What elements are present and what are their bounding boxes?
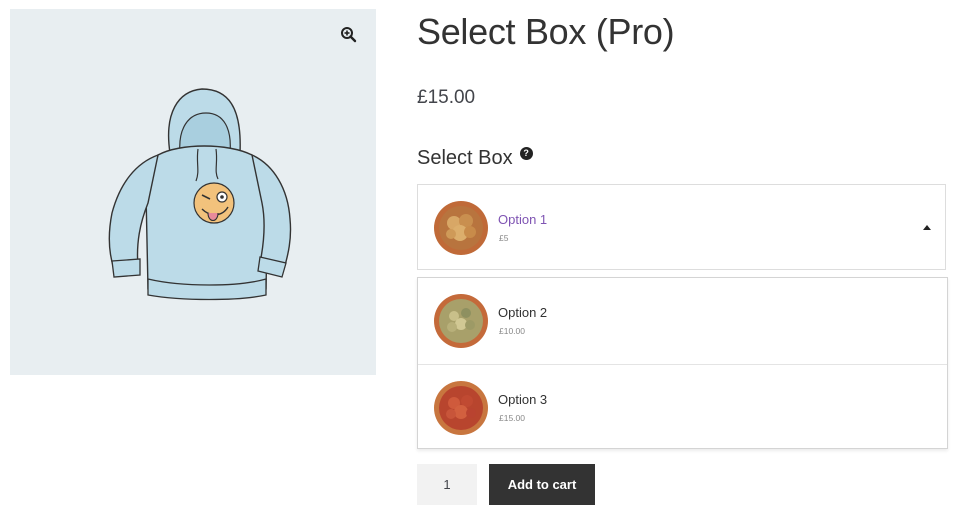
hoodie-image: [108, 88, 292, 301]
select-box-label: Select Box: [417, 147, 513, 169]
option-3-price: £15.00: [499, 413, 525, 423]
option-2-price: £10.00: [499, 326, 525, 336]
field-label-row: Select Box ?: [417, 145, 533, 171]
quantity-input[interactable]: [417, 464, 477, 505]
selected-option-price: £5: [499, 233, 509, 243]
caret-up-icon[interactable]: [923, 225, 931, 230]
select-option-2[interactable]: Option 2 £10.00: [418, 278, 947, 363]
product-title: Select Box (Pro): [417, 11, 675, 52]
peanuts-bowl-image: [434, 381, 488, 435]
add-to-cart-button[interactable]: Add to cart: [489, 464, 595, 505]
question-icon[interactable]: ?: [519, 147, 533, 160]
select-option-3[interactable]: Option 3 £15.00: [418, 364, 947, 450]
selected-option-name: Option 1: [498, 212, 548, 227]
option-2-name: Option 2: [498, 305, 548, 320]
select-dropdown-list: Option 2 £10.00 Option 3 £15.00: [417, 277, 948, 449]
walnuts-bowl-image: [434, 201, 488, 255]
option-3-name: Option 3: [498, 392, 548, 407]
pumpkin-seeds-bowl-image: [434, 294, 488, 348]
zoom-in-icon[interactable]: [340, 26, 358, 44]
product-price: £15.00: [417, 87, 476, 108]
product-gallery: [10, 9, 376, 375]
select-box[interactable]: Option 1 £5: [417, 184, 946, 270]
